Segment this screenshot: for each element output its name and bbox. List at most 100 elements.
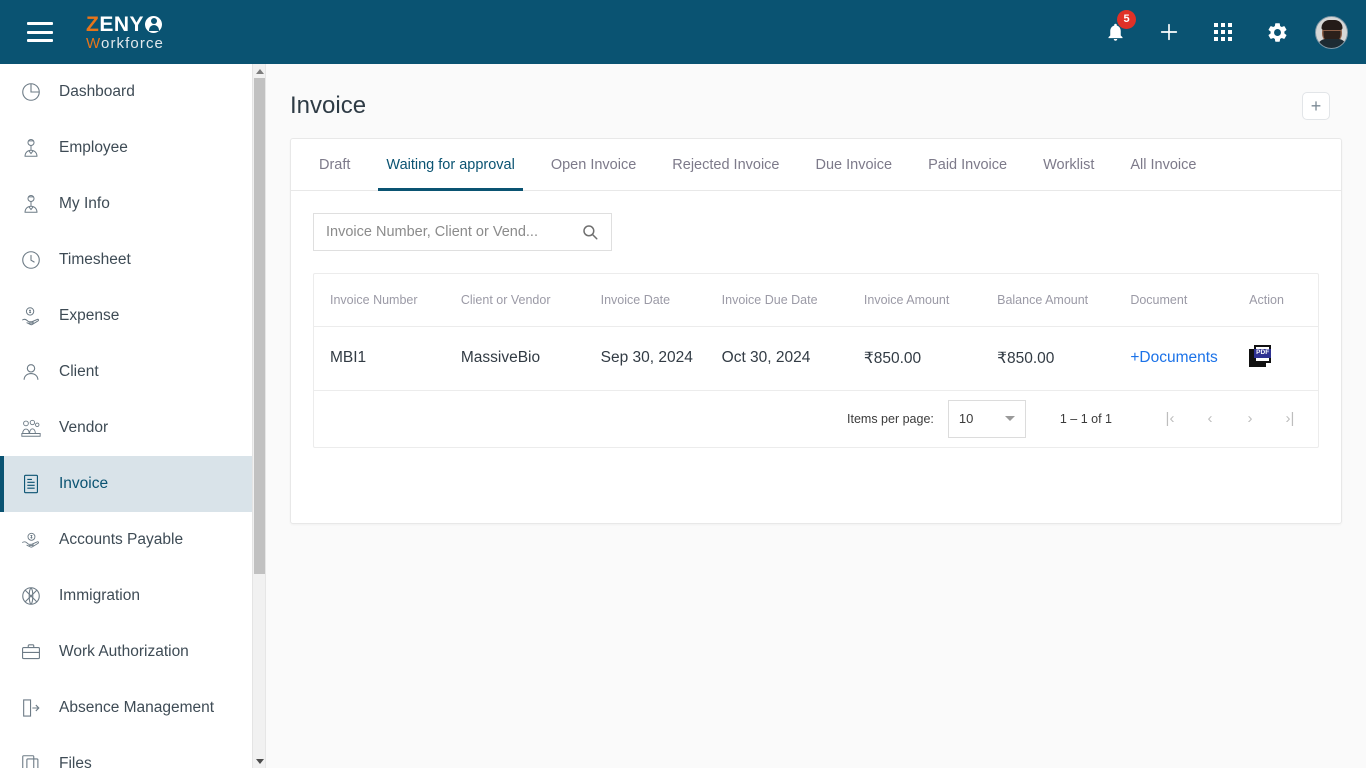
sidebar-item-label: Invoice — [59, 475, 109, 492]
cell-balance-amount: ₹850.00 — [997, 326, 1131, 391]
logo-w: W — [86, 34, 101, 52]
logo-line-one: Z ENY — [86, 14, 164, 35]
items-per-page-select[interactable]: 10 — [947, 399, 1026, 438]
documents-link[interactable]: +Documents — [1130, 349, 1217, 366]
add-invoice-button[interactable]: + — [1302, 92, 1330, 120]
sidebar-item-label: Timesheet — [59, 251, 131, 268]
sidebar-item-invoice[interactable]: Invoice — [0, 456, 253, 512]
employee-icon — [18, 191, 44, 217]
search-box[interactable] — [313, 213, 612, 251]
items-per-page-value: 10 — [958, 411, 974, 426]
globe-icon — [18, 583, 44, 609]
search-icon[interactable] — [581, 223, 599, 241]
scrollbar-down-arrow-icon[interactable] — [253, 754, 265, 768]
scrollbar-up-arrow-icon[interactable] — [253, 64, 265, 78]
column-header-client-or-vendor: Client or Vendor — [460, 274, 601, 327]
tab-paid-invoice[interactable]: Paid Invoice — [910, 139, 1025, 190]
clock-icon — [18, 247, 44, 273]
last-page-button[interactable]: ›| — [1270, 399, 1310, 439]
sidebar-item-client[interactable]: Client — [0, 344, 253, 400]
pagination-range-label: 1 – 1 of 1 — [1059, 411, 1112, 426]
tab-rejected-invoice[interactable]: Rejected Invoice — [654, 139, 797, 190]
pdf-icon[interactable]: PDF — [1249, 344, 1272, 367]
sidebar-item-label: Expense — [59, 307, 120, 324]
tab-waiting-for-approval[interactable]: Waiting for approval — [368, 139, 532, 191]
next-page-button[interactable]: › — [1230, 399, 1270, 439]
column-header-document: Document — [1130, 274, 1250, 327]
sidebar-item-timesheet[interactable]: Timesheet — [0, 232, 253, 288]
table-header-row: Invoice Number Client or Vendor Invoice … — [314, 274, 1318, 327]
sidebar-item-label: My Info — [59, 195, 110, 212]
accounts-payable-icon — [18, 527, 44, 553]
money-hand-icon — [18, 303, 44, 329]
sidebar-item-label: Accounts Payable — [59, 531, 184, 548]
invoice-table-element: Invoice Number Client or Vendor Invoice … — [314, 274, 1318, 391]
avatar[interactable] — [1315, 15, 1348, 49]
menu-icon[interactable] — [27, 22, 53, 42]
sidebar-item-label: Work Authorization — [59, 643, 189, 660]
items-per-page-label: Items per page: — [847, 411, 934, 426]
page-header: Invoice + — [266, 64, 1366, 126]
scrollbar-thumb[interactable] — [254, 78, 265, 574]
add-button[interactable] — [1153, 16, 1185, 48]
sidebar-item-employee[interactable]: Employee — [0, 120, 253, 176]
exit-door-icon — [18, 695, 44, 721]
main-content: Invoice + Draft Waiting for approval Open … — [266, 64, 1366, 768]
sidebar-item-immigration[interactable]: Immigration — [0, 568, 253, 624]
tab-draft[interactable]: Draft — [301, 139, 368, 190]
settings-button[interactable] — [1261, 16, 1293, 48]
sidebar-item-accounts-payable[interactable]: Accounts Payable — [0, 512, 253, 568]
first-page-button[interactable]: |‹ — [1150, 399, 1190, 439]
app-logo[interactable]: Z ENY Workforce — [86, 14, 164, 51]
page-title: Invoice — [290, 92, 367, 119]
sidebar-item-dashboard[interactable]: Dashboard — [0, 64, 253, 120]
apps-button[interactable] — [1207, 16, 1239, 48]
sidebar-item-label: Client — [59, 363, 99, 380]
sidebar-item-label: Dashboard — [59, 83, 135, 100]
sidebar-scrollbar[interactable] — [252, 64, 265, 768]
files-icon — [18, 751, 44, 768]
cell-document: +Documents — [1130, 326, 1250, 391]
menu-icon-bar — [27, 30, 53, 34]
sidebar-item-work-authorization[interactable]: Work Authorization — [0, 624, 253, 680]
sidebar-item-files[interactable]: Files — [0, 736, 253, 768]
cell-invoice-due-date: Oct 30, 2024 — [721, 326, 864, 391]
sidebar-item-vendor[interactable]: Vendor — [0, 400, 253, 456]
pie-chart-icon — [18, 79, 44, 105]
cell-client-or-vendor: MassiveBio — [460, 326, 601, 391]
invoice-card: Draft Waiting for approval Open Invoice Rej… — [290, 138, 1342, 524]
tab-worklist[interactable]: Worklist — [1025, 139, 1112, 190]
logo-eny: ENY — [99, 12, 145, 36]
tab-open-invoice[interactable]: Open Invoice — [533, 139, 654, 190]
pdf-icon-label: PDF — [1254, 349, 1272, 358]
chevron-down-icon — [1004, 416, 1015, 421]
notification-badge: 5 — [1117, 10, 1136, 29]
sidebar-item-label: Files — [59, 755, 92, 768]
sidebar-item-my-info[interactable]: My Info — [0, 176, 253, 232]
column-header-invoice-date: Invoice Date — [600, 274, 722, 327]
notifications-button[interactable]: 5 — [1099, 10, 1136, 48]
sidebar-item-absence-management[interactable]: Absence Management — [0, 680, 253, 736]
cell-invoice-number: MBI1 — [314, 326, 461, 391]
sidebar-item-expense[interactable]: Expense — [0, 288, 253, 344]
search-input[interactable] — [326, 224, 581, 240]
tab-all-invoice[interactable]: All Invoice — [1112, 139, 1214, 190]
sidebar-item-label: Absence Management — [59, 699, 215, 716]
cell-invoice-date: Sep 30, 2024 — [600, 326, 722, 391]
previous-page-button[interactable]: ‹ — [1190, 399, 1230, 439]
avatar-body — [1316, 38, 1347, 48]
sidebar-item-label: Employee — [59, 139, 128, 156]
top-bar-actions: 5 — [1099, 10, 1348, 49]
table-row[interactable]: MBI1 MassiveBio Sep 30, 2024 Oct 30, 202… — [314, 326, 1318, 391]
vendor-icon — [18, 415, 44, 441]
column-header-invoice-number: Invoice Number — [314, 274, 461, 327]
sidebar-scroll-area: Dashboard Employee My Info Timesheet Expense… — [0, 64, 253, 768]
invoice-icon — [18, 471, 44, 497]
sidebar: Dashboard Employee My Info Timesheet Expense… — [0, 64, 266, 768]
column-header-balance-amount: Balance Amount — [997, 274, 1131, 327]
avatar-hair — [1321, 19, 1342, 30]
column-header-invoice-due-date: Invoice Due Date — [721, 274, 864, 327]
cell-action: PDF — [1249, 326, 1318, 391]
tab-due-invoice[interactable]: Due Invoice — [798, 139, 911, 190]
sidebar-item-label: Vendor — [59, 419, 109, 436]
